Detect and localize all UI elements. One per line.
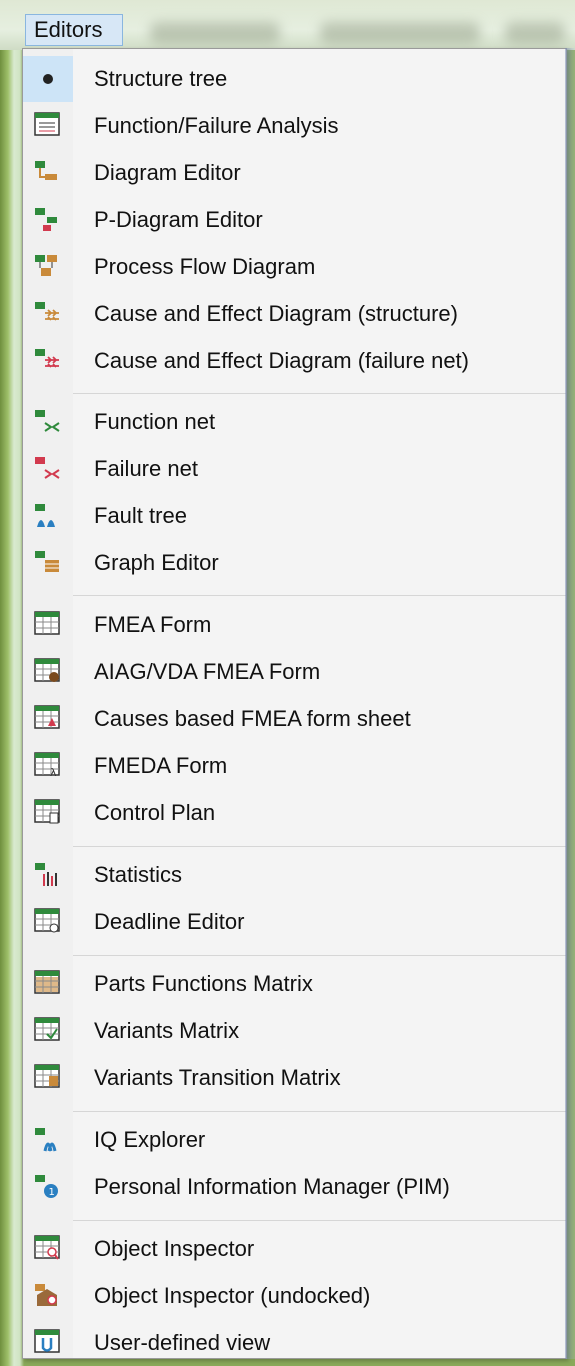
fmeda-form-icon: λ [33,751,61,779]
menu-item[interactable]: Cause and Effect Diagram (structure) [23,291,566,337]
menu-separator [73,1111,566,1112]
menu-item[interactable]: AIAG/VDA FMEA Form [23,649,566,695]
svg-text:1: 1 [49,1187,55,1198]
menu-item-label: Causes based FMEA form sheet [94,706,411,731]
menu-separator [73,1220,566,1221]
menu-item[interactable]: Structure tree [23,56,566,102]
user-defined-view-icon [33,1328,61,1356]
cause-effect-structure-icon [33,299,61,327]
pim-icon: 1 [33,1172,61,1200]
bullet-icon [23,56,73,102]
menu-item-label: Cause and Effect Diagram (failure net) [94,348,469,373]
menu-item-label: Personal Information Manager (PIM) [94,1174,450,1199]
menu-item[interactable]: Diagram Editor [23,150,566,196]
menu-item[interactable]: Function/Failure Analysis [23,103,566,149]
function-failure-analysis-icon [33,111,61,139]
aiag-vda-fmea-form-icon [33,657,61,685]
blurred-menubar-item [320,22,480,44]
menu-item-label: AIAG/VDA FMEA Form [94,659,321,684]
menu-separator [73,846,566,847]
control-plan-icon [33,798,61,826]
function-net-icon [33,407,61,435]
menu-item[interactable]: Graph Editor [23,540,566,586]
menu-item[interactable]: λ FMEDA Form [23,743,566,789]
fmea-form-icon [33,610,61,638]
object-inspector-undocked-icon [33,1281,61,1309]
menu-item-label: Variants Transition Matrix [94,1065,341,1090]
menu-item[interactable]: Object Inspector (undocked) [23,1273,566,1319]
menu-item[interactable]: P-Diagram Editor [23,197,566,243]
menu-item[interactable]: Cause and Effect Diagram (failure net) [23,338,566,384]
menu-item[interactable]: Variants Transition Matrix [23,1055,566,1101]
editors-dropdown-menu: Structure tree Function/Failure Analysis D… [22,48,567,1359]
menu-item[interactable]: Causes based FMEA form sheet [23,696,566,742]
menu-item-label: Function/Failure Analysis [94,113,339,138]
menu-item-label: Fault tree [94,503,187,528]
statistics-icon [33,860,61,888]
menu-item-label: IQ Explorer [94,1127,206,1152]
menu-separator [73,393,566,394]
menu-item-label: Diagram Editor [94,160,241,185]
deadline-editor-icon [33,907,61,935]
cause-effect-failure-net-icon [33,346,61,374]
menu-item-label: Variants Matrix [94,1018,240,1043]
menu-item[interactable]: Fault tree [23,493,566,539]
menu-item[interactable]: Statistics [23,852,566,898]
parts-functions-matrix-icon [33,969,61,997]
menu-item-label: P-Diagram Editor [94,207,263,232]
menu-item[interactable]: Function net [23,399,566,445]
menu-item-label: Structure tree [94,66,228,91]
menu-item-label: User-defined view [94,1330,271,1355]
menu-item[interactable]: Failure net [23,446,566,492]
menu-item-label: Control Plan [94,800,216,825]
svg-text:λ: λ [50,766,57,779]
menu-item[interactable]: Parts Functions Matrix [23,961,566,1007]
fault-tree-icon [33,501,61,529]
menu-item[interactable]: Control Plan [23,790,566,836]
object-inspector-icon [33,1234,61,1262]
iq-explorer-icon [33,1125,61,1153]
menubar-editors[interactable]: Editors [25,14,123,46]
menu-item[interactable]: IQ Explorer [23,1117,566,1163]
menubar: Editors [0,0,575,50]
menu-shadow [565,48,575,1359]
menu-item[interactable]: Process Flow Diagram [23,244,566,290]
graph-editor-icon [33,548,61,576]
p-diagram-editor-icon [33,205,61,233]
blurred-menubar-item [505,22,565,44]
menu-item-label: Object Inspector (undocked) [94,1283,371,1308]
menu-item[interactable]: 1 Personal Information Manager (PIM) [23,1164,566,1210]
menu-item[interactable]: Object Inspector [23,1226,566,1272]
menu-separator [73,595,566,596]
menu-separator [73,955,566,956]
process-flow-diagram-icon [33,252,61,280]
menu-item-label: FMEDA Form [94,753,228,778]
blurred-menubar-item [150,22,280,44]
diagram-editor-icon [33,158,61,186]
menu-item-label: Statistics [94,862,183,887]
menu-item-label: Process Flow Diagram [94,254,316,279]
menu-item[interactable]: Deadline Editor [23,899,566,945]
failure-net-icon [33,454,61,482]
menu-item-label: Function net [94,409,216,434]
menu-item-label: Deadline Editor [94,909,245,934]
causes-fmea-form-icon [33,704,61,732]
menu-item-label: FMEA Form [94,612,212,637]
menu-item-label: Object Inspector [94,1236,255,1261]
menu-item-label: Parts Functions Matrix [94,971,313,996]
menu-item-label: Graph Editor [94,550,219,575]
menu-item[interactable]: User-defined view [23,1320,566,1366]
menu-item[interactable]: Variants Matrix [23,1008,566,1054]
variants-matrix-icon [33,1016,61,1044]
menu-item[interactable]: FMEA Form [23,602,566,648]
menu-item-label: Failure net [94,456,198,481]
menu-item-label: Cause and Effect Diagram (structure) [94,301,458,326]
variants-transition-matrix-icon [33,1063,61,1091]
